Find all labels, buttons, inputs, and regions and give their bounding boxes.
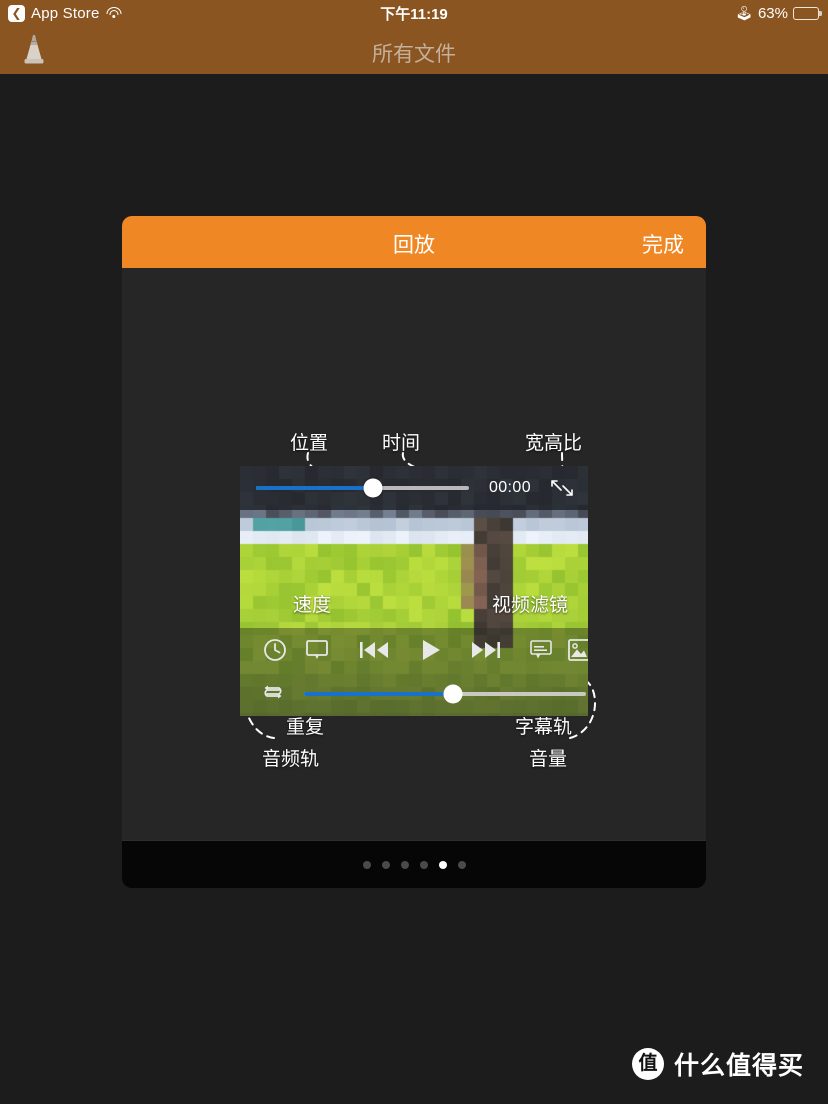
next-track-icon[interactable]: [470, 638, 502, 662]
annotation-repeat: 重复: [286, 717, 325, 738]
play-icon[interactable]: [418, 637, 444, 663]
annotation-video-filter: 视频滤镜: [492, 595, 569, 616]
card-body: 00:00 位置 时间 宽高比 速度 视频滤镜 重复 音频轨 字幕轨 音量: [122, 268, 706, 840]
screen: ❮ App Store 下午11:19 🕹 63% 所有文件 回放 完成 00:…: [0, 0, 828, 1104]
volume-slider-knob[interactable]: [443, 684, 463, 704]
playback-help-card: 回放 完成 00:00 位置 时间 宽高比 速度 视频滤镜 重复 音频轨 字幕轨…: [122, 216, 706, 888]
position-slider-knob[interactable]: [363, 478, 383, 498]
done-button[interactable]: 完成: [642, 229, 684, 259]
repeat-loop-icon[interactable]: [260, 681, 286, 708]
volume-slider[interactable]: [304, 684, 586, 704]
scrub-bar: 00:00: [240, 466, 588, 510]
card-title: 回放: [393, 234, 435, 257]
watermark: 值 什么值得买: [631, 1046, 804, 1082]
time-display[interactable]: 00:00: [489, 479, 531, 497]
subtitle-track-icon[interactable]: [528, 638, 554, 662]
annotation-aspect-ratio: 宽高比: [525, 433, 583, 454]
card-footer: [122, 840, 706, 888]
page-dot[interactable]: [362, 860, 371, 869]
watermark-badge-icon: 值: [631, 1048, 664, 1080]
watermark-text: 什么值得买: [673, 1052, 804, 1080]
battery-icon: [793, 6, 822, 20]
annotation-volume: 音量: [529, 749, 568, 770]
page-dot-active[interactable]: [438, 860, 447, 869]
status-bar-clock: 下午11:19: [380, 5, 448, 23]
previous-track-icon[interactable]: [358, 638, 390, 662]
speed-clock-icon[interactable]: [262, 637, 288, 663]
annotation-time: 时间: [382, 433, 421, 454]
nav-bar: 所有文件: [0, 26, 828, 74]
annotation-audio-track: 音频轨: [262, 749, 320, 770]
page-dot[interactable]: [381, 860, 390, 869]
page-dot[interactable]: [457, 860, 466, 869]
annotation-speed: 速度: [293, 595, 332, 616]
control-bar: [240, 628, 588, 672]
page-dot[interactable]: [419, 860, 428, 869]
position-slider[interactable]: [256, 478, 469, 498]
video-filter-image-icon[interactable]: [566, 637, 588, 663]
page-dot[interactable]: [400, 860, 409, 869]
aspect-ratio-arrows-icon[interactable]: [548, 476, 576, 500]
annotation-position: 位置: [290, 433, 329, 454]
volume-bar: [240, 672, 588, 716]
annotation-subtitle-track: 字幕轨: [515, 717, 573, 738]
audio-track-screen-icon[interactable]: [304, 638, 330, 662]
card-header: 回放 完成: [122, 216, 706, 268]
page-title: 所有文件: [372, 43, 456, 66]
status-bar: ❮ App Store 下午11:19 🕹 63%: [0, 0, 828, 26]
